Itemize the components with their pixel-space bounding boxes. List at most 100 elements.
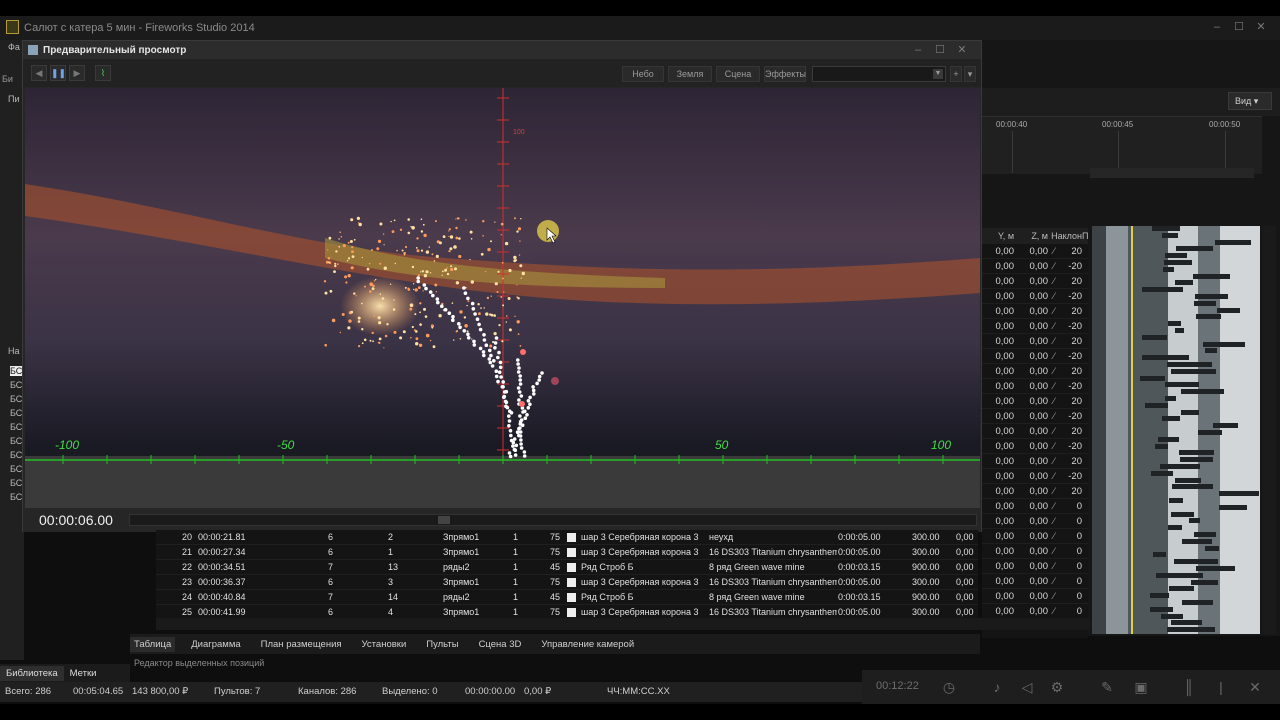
scene-button[interactable]: Сцена xyxy=(716,66,760,82)
tab-panels[interactable]: Пульты xyxy=(422,637,462,652)
left-list-item[interactable]: БС xyxy=(10,464,22,474)
maximize-icon[interactable]: ☐ xyxy=(933,43,947,57)
cue-diagram[interactable] xyxy=(1092,226,1260,634)
coordinates-row[interactable]: 0,00 0,00 ⁄ 20 xyxy=(982,394,1088,409)
coordinates-row[interactable]: 0,00 0,00 ⁄ 0 xyxy=(982,514,1088,529)
column-header-p[interactable]: П xyxy=(1082,231,1088,241)
tab-camera-control[interactable]: Управление камерой xyxy=(537,637,638,652)
left-list-item[interactable]: БС xyxy=(10,478,22,488)
table-scrollbar[interactable] xyxy=(156,618,1090,630)
minimize-icon[interactable]: – xyxy=(1210,20,1224,34)
left-list-item[interactable]: БС xyxy=(10,408,22,418)
close-icon[interactable]: ✕ xyxy=(1254,20,1268,34)
left-list-item[interactable]: БС xyxy=(10,492,22,502)
left-list-item[interactable]: БС xyxy=(10,436,22,446)
microphone-icon[interactable]: ♪ xyxy=(988,678,1006,696)
coordinates-row[interactable]: 0,00 0,00 ⁄ 0 xyxy=(982,559,1088,574)
row-checkbox[interactable] xyxy=(567,563,576,572)
pause-icon[interactable]: ❚❚ xyxy=(50,65,66,81)
coordinates-row[interactable]: 0,00 0,00 ⁄ 20 xyxy=(982,244,1088,259)
settings-icon[interactable]: ⚙ xyxy=(1048,678,1066,696)
left-list-item[interactable]: БС xyxy=(10,380,22,390)
column-header-z[interactable]: Z, м xyxy=(1014,231,1048,241)
table-row[interactable]: 24 00:00:40.84 7 14 ряды2 1 45 Ряд Строб Б 8 ряд… xyxy=(156,590,978,605)
table-row[interactable]: 20 00:00:21.81 6 2 Зпрямо1 1 75 шар 3 Серебряна… xyxy=(156,530,978,545)
row-checkbox[interactable] xyxy=(567,548,576,557)
menu-file-label[interactable]: Фа xyxy=(8,42,20,52)
coordinates-row[interactable]: 0,00 0,00 ⁄ -20 xyxy=(982,379,1088,394)
preset-select[interactable]: ▼ xyxy=(812,66,946,82)
table-row[interactable]: 23 00:00:36.37 6 3 Зпрямо1 1 75 шар 3 Серебряна… xyxy=(156,575,978,590)
column-header-slope[interactable]: Наклон xyxy=(1048,231,1082,241)
coordinates-row[interactable]: 0,00 0,00 ⁄ 0 xyxy=(982,589,1088,604)
view-button[interactable]: Вид ▾ xyxy=(1228,92,1272,110)
coordinates-row[interactable]: 0,00 0,00 ⁄ -20 xyxy=(982,289,1088,304)
sky-button[interactable]: Небо xyxy=(622,66,664,82)
coordinates-row[interactable]: 0,00 0,00 ⁄ -20 xyxy=(982,349,1088,364)
table-row[interactable]: 21 00:00:27.34 6 1 Зпрямо1 1 75 шар 3 Серебряна… xyxy=(156,545,978,560)
table-cell-name: ряды2 xyxy=(443,562,470,572)
coordinates-row[interactable]: 0,00 0,00 ⁄ 20 xyxy=(982,424,1088,439)
close-icon[interactable]: ✕ xyxy=(955,43,969,57)
rewind-icon[interactable]: ◀ xyxy=(31,65,47,81)
left-list-item[interactable]: БС xyxy=(10,422,22,432)
forward-icon[interactable]: ▶ xyxy=(69,65,85,81)
spark xyxy=(409,307,413,311)
coordinates-row[interactable]: 0,00 0,00 ⁄ 0 xyxy=(982,544,1088,559)
ground-button[interactable]: Земля xyxy=(668,66,712,82)
row-checkbox[interactable] xyxy=(567,608,576,617)
column-header-y[interactable]: Y, м xyxy=(982,231,1014,241)
right-vertical-scrollbar[interactable] xyxy=(1262,226,1276,634)
row-checkbox[interactable] xyxy=(567,533,576,542)
coordinates-row[interactable]: 0,00 0,00 ⁄ 20 xyxy=(982,274,1088,289)
coordinates-row[interactable]: 0,00 0,00 ⁄ 20 xyxy=(982,304,1088,319)
camera-icon[interactable]: ▣ xyxy=(1132,678,1150,696)
tab-table[interactable]: Таблица xyxy=(130,636,176,652)
tab-diagram[interactable]: Диаграмма xyxy=(187,637,244,652)
tab-scene-3d[interactable]: Сцена 3D xyxy=(475,637,526,652)
cut-icon[interactable]: ✕ xyxy=(1246,678,1264,696)
speaker-icon[interactable]: ◁ xyxy=(1018,678,1036,696)
timeline-scrollbar[interactable] xyxy=(1090,168,1254,178)
preview-scrollbar[interactable] xyxy=(129,514,977,526)
add-button[interactable]: + xyxy=(950,66,962,82)
coordinates-row[interactable]: 0,00 0,00 ⁄ -20 xyxy=(982,409,1088,424)
coordinates-row[interactable]: 0,00 0,00 ⁄ -20 xyxy=(982,319,1088,334)
coordinates-row[interactable]: 0,00 0,00 ⁄ 20 xyxy=(982,364,1088,379)
table-row[interactable]: 22 00:00:34.51 7 13 ряды2 1 45 Ряд Строб Б 8 ряд… xyxy=(156,560,978,575)
pencil-icon[interactable]: ✎ xyxy=(1098,678,1116,696)
dropdown-button[interactable]: ▾ xyxy=(964,66,976,82)
effects-button[interactable]: Эффекты xyxy=(764,66,806,82)
split-icon[interactable]: ║ xyxy=(1180,678,1198,696)
spark xyxy=(458,237,461,240)
coordinates-row[interactable]: 0,00 0,00 ⁄ 0 xyxy=(982,529,1088,544)
left-list-item[interactable]: БС xyxy=(10,394,22,404)
coordinates-row[interactable]: 0,00 0,00 ⁄ 0 xyxy=(982,499,1088,514)
coordinates-row[interactable]: 0,00 0,00 ⁄ 0 xyxy=(982,604,1088,619)
chart-icon[interactable]: ⌇ xyxy=(95,65,111,81)
coordinates-row[interactable]: 0,00 0,00 ⁄ 20 xyxy=(982,334,1088,349)
scrollbar-thumb[interactable] xyxy=(438,516,450,524)
timeline-ruler[interactable]: 00:00:40 00:00:45 00:00:50 xyxy=(982,116,1262,174)
coordinates-row[interactable]: 0,00 0,00 ⁄ -20 xyxy=(982,439,1088,454)
tab-settings[interactable]: Установки xyxy=(358,637,411,652)
coordinates-row[interactable]: 0,00 0,00 ⁄ -20 xyxy=(982,259,1088,274)
maximize-icon[interactable]: ☐ xyxy=(1232,20,1246,34)
left-tab-label[interactable]: Пи xyxy=(8,94,20,104)
tab-library[interactable]: Библиотека xyxy=(0,665,64,681)
timer-icon[interactable]: ◷ xyxy=(940,678,958,696)
coordinates-row[interactable]: 0,00 0,00 ⁄ 20 xyxy=(982,454,1088,469)
coordinates-row[interactable]: 0,00 0,00 ⁄ 20 xyxy=(982,484,1088,499)
tab-markers[interactable]: Метки xyxy=(64,666,103,681)
row-checkbox[interactable] xyxy=(567,593,576,602)
tab-layout-plan[interactable]: План размещения xyxy=(257,637,346,652)
marker-icon[interactable]: | xyxy=(1212,678,1230,696)
row-checkbox[interactable] xyxy=(567,578,576,587)
coordinates-row[interactable]: 0,00 0,00 ⁄ 0 xyxy=(982,574,1088,589)
preview-scene[interactable]: -100 -50 50 100 100 xyxy=(25,88,980,508)
left-list-item[interactable]: БС xyxy=(10,366,23,376)
left-list-item[interactable]: БС xyxy=(10,450,22,460)
minimize-icon[interactable]: – xyxy=(911,43,925,57)
coordinates-row[interactable]: 0,00 0,00 ⁄ -20 xyxy=(982,469,1088,484)
table-row[interactable]: 25 00:00:41.99 6 4 Зпрямо1 1 75 шар 3 Серебряна… xyxy=(156,605,978,618)
